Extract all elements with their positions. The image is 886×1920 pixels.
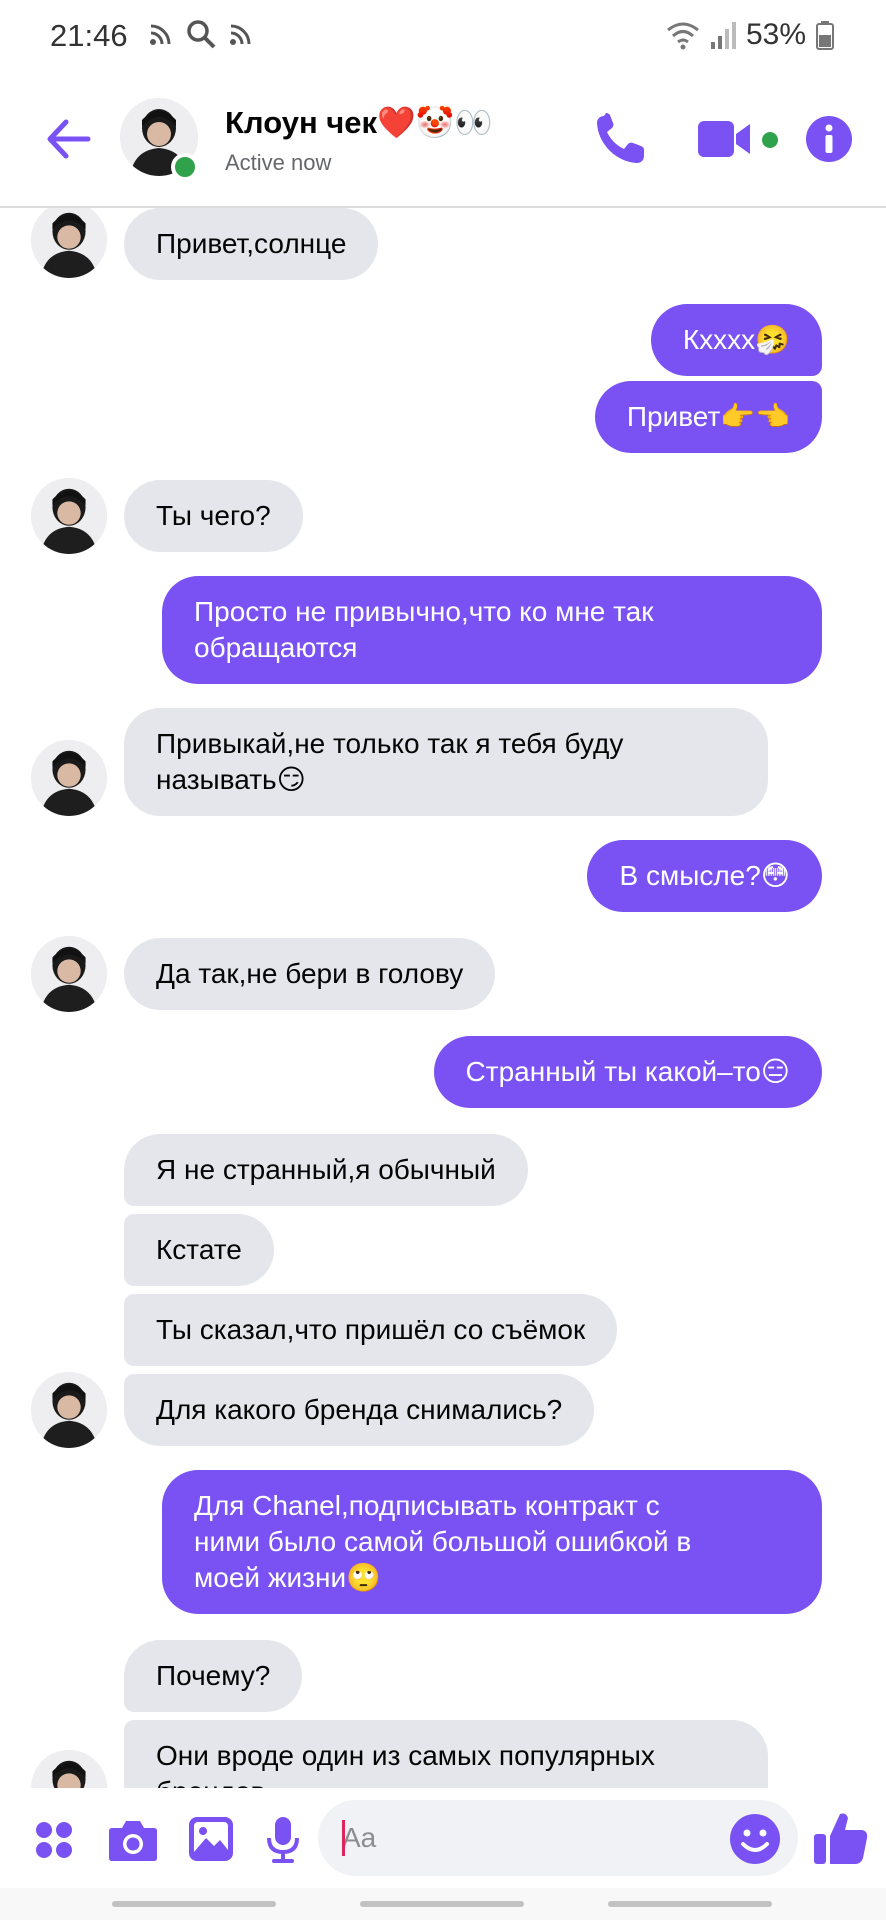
text-caret — [342, 1820, 345, 1856]
camera-icon[interactable] — [108, 1818, 158, 1862]
status-right: 53% — [666, 18, 834, 52]
outgoing-message[interactable]: Кхххх🤧 — [650, 304, 822, 376]
status-left-icons — [148, 19, 254, 49]
outgoing-message[interactable]: Привет👉👈 — [594, 381, 822, 453]
outgoing-message[interactable]: Странный ты какой–то😑 — [433, 1036, 822, 1108]
message-composer — [0, 1788, 886, 1888]
contact-message-avatar[interactable] — [31, 740, 107, 816]
incoming-message[interactable]: Почему? — [124, 1640, 303, 1712]
incoming-message[interactable]: Они вроде один из самых популярных бренд… — [124, 1720, 768, 1788]
contact-status: Active now — [225, 150, 332, 175]
outgoing-message[interactable]: В смысле?😳 — [587, 840, 822, 912]
thumbs-up-icon[interactable] — [812, 1810, 870, 1866]
nav-recent-button[interactable] — [112, 1901, 276, 1907]
microphone-icon[interactable] — [266, 1816, 300, 1864]
back-arrow-icon[interactable] — [42, 114, 92, 164]
wifi-icon — [667, 22, 699, 50]
nav-back-button[interactable] — [608, 1901, 772, 1907]
cast-icon — [150, 24, 171, 45]
status-time: 21:46 — [50, 18, 128, 53]
message-thread[interactable]: Привет,солнце Кхххх🤧 Привет👉👈 Ты чего? П… — [0, 208, 886, 1788]
incoming-message[interactable]: Я не странный,я обычный — [124, 1134, 528, 1206]
chat-header: Клоун чек❤️🤡👀 Active now — [0, 70, 886, 208]
contact-message-avatar[interactable] — [31, 1750, 107, 1788]
system-nav-bar — [0, 1888, 886, 1920]
apps-icon[interactable] — [34, 1820, 74, 1860]
status-bar: 21:46 53% — [0, 0, 886, 70]
incoming-message[interactable]: Привет,солнце — [124, 208, 379, 280]
phone-icon[interactable] — [592, 110, 650, 168]
incoming-message[interactable]: Ты чего? — [124, 480, 303, 552]
search-icon — [187, 20, 216, 49]
battery-level: 53% — [745, 18, 806, 51]
online-indicator — [171, 153, 199, 181]
contact-message-avatar[interactable] — [31, 936, 107, 1012]
emoji-icon[interactable] — [728, 1812, 782, 1866]
nav-home-button[interactable] — [360, 1901, 524, 1907]
incoming-message[interactable]: Ты сказал,что пришёл со съёмок — [124, 1294, 618, 1366]
message-input-wrapper[interactable] — [318, 1800, 798, 1876]
info-icon[interactable] — [804, 114, 854, 164]
video-online-indicator — [762, 132, 778, 148]
cast-icon — [230, 24, 251, 45]
incoming-message[interactable]: Для какого бренда снимались? — [124, 1374, 595, 1446]
contact-message-avatar[interactable] — [31, 1372, 107, 1448]
incoming-message[interactable]: Привыкай,не только так я тебя буду назыв… — [124, 708, 768, 816]
battery-icon — [816, 21, 834, 50]
contact-name[interactable]: Клоун чек❤️🤡👀 — [225, 104, 493, 141]
signal-icon — [710, 22, 736, 49]
video-camera-icon[interactable] — [696, 118, 754, 160]
message-input[interactable] — [342, 1818, 722, 1858]
outgoing-message[interactable]: Просто не привычно,что ко мне так обраща… — [162, 576, 822, 684]
incoming-message[interactable]: Да так,не бери в голову — [124, 938, 496, 1010]
gallery-icon[interactable] — [188, 1816, 234, 1862]
incoming-message[interactable]: Кстате — [124, 1214, 274, 1286]
contact-message-avatar[interactable] — [31, 478, 107, 554]
outgoing-message[interactable]: Для Chanel,подписывать контракт с ними б… — [162, 1470, 822, 1614]
contact-message-avatar[interactable] — [31, 208, 107, 278]
